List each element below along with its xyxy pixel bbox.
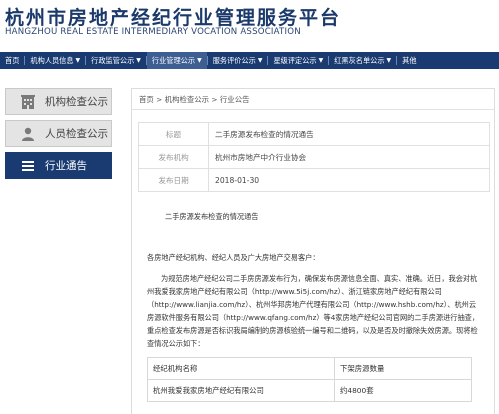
table-header-row: 经纪机构名称 下架房源数量: [147, 357, 472, 380]
column-header: 经纪机构名称: [147, 357, 335, 380]
nav-label: 其他: [402, 55, 417, 65]
nav-star-rating[interactable]: 星级评定公示 ▼: [268, 52, 328, 69]
nav-label: 机构人员信息: [30, 55, 74, 65]
meta-title-value: 二手房源发布检查的情况通告: [208, 122, 490, 146]
sidebar-item-industry-notice[interactable]: 行业通告: [5, 152, 112, 179]
content-panel: 首页 > 机构检查公示 > 行业公告 标题 二手房源发布检查的情况通告 发布机构…: [131, 88, 495, 414]
nav-institution-info[interactable]: 机构人员信息 ▼: [25, 52, 85, 69]
caret-down-icon: ▼: [75, 57, 81, 64]
nav-other[interactable]: 其他: [397, 52, 421, 69]
article-greeting: 各房地产经纪机构、经纪人员及广大房地产交易客户：: [147, 253, 320, 262]
list-icon: [17, 155, 39, 177]
nav-label: 星级评定公示: [273, 55, 317, 65]
sidebar: 机构检查公示 人员检查公示 行业通告: [5, 88, 112, 184]
nav-label: 行政监管公示: [91, 55, 135, 65]
nav-label: 行业管理公示: [151, 55, 196, 65]
sidebar-item-institution-check[interactable]: 机构检查公示: [5, 88, 112, 115]
sidebar-item-label: 人员检查公示: [45, 128, 108, 140]
meta-date-label: 发布日期: [138, 168, 209, 192]
meta-title-label: 标题: [138, 122, 209, 146]
article-body: 为规范房地产经纪公司二手房房源发布行为，确保发布房源信息全面、真实、准确。近日，…: [147, 274, 480, 348]
building-icon: [17, 91, 39, 113]
person-icon: [17, 123, 39, 145]
breadcrumb: 首页 > 机构检查公示 > 行业公告: [139, 95, 250, 104]
nav-admin-supervision[interactable]: 行政监管公示 ▼: [86, 52, 146, 69]
nav-service-evaluation[interactable]: 服务评价公示 ▼: [208, 52, 268, 69]
caret-down-icon: ▼: [197, 57, 202, 64]
column-header: 下架房源数量: [334, 357, 472, 380]
table-row: 发布日期 2018-01-30: [138, 168, 490, 192]
nav-label: 红黑灰名单公示: [334, 55, 385, 65]
divider: [132, 109, 494, 110]
caret-down-icon: ▼: [386, 57, 392, 64]
sidebar-item-label: 行业通告: [45, 160, 87, 172]
nav-label: 首页: [5, 55, 20, 65]
nav-label: 服务评价公示: [212, 55, 256, 65]
meta-org-label: 发布机构: [138, 145, 209, 169]
meta-date-value: 2018-01-30: [208, 168, 490, 192]
nav-red-black-list[interactable]: 红黑灰名单公示 ▼: [329, 52, 396, 69]
table-row: 标题 二手房源发布检查的情况通告: [138, 122, 490, 146]
caret-down-icon: ▼: [257, 57, 263, 64]
meta-org-value: 杭州市房地产中介行业协会: [208, 145, 490, 169]
site-subtitle: HANGZHOU REAL ESTATE INTERMEDIARY VOCATI…: [5, 27, 301, 37]
sidebar-item-label: 机构检查公示: [45, 96, 108, 108]
notice-meta-table: 标题 二手房源发布检查的情况通告 发布机构 杭州市房地产中介行业协会 发布日期 …: [138, 122, 490, 192]
table-cell: 杭州我爱我家房地产经纪有限公司: [147, 379, 335, 402]
site-header: 杭州市房地产经纪行业管理服务平台 HANGZHOU REAL ESTATE IN…: [0, 0, 499, 50]
nav-industry-management[interactable]: 行业管理公示 ▼: [146, 52, 207, 69]
sidebar-item-personnel-check[interactable]: 人员检查公示: [5, 120, 112, 147]
article-heading: 二手房源发布检查的情况通告: [165, 212, 259, 221]
nav-home[interactable]: 首页: [0, 52, 24, 69]
table-cell: 约4800套: [334, 379, 472, 402]
main-nav: 首页 机构人员信息 ▼ 行政监管公示 ▼ 行业管理公示 ▼ 服务评价公示 ▼ 星级评定公…: [0, 52, 499, 69]
results-table: 经纪机构名称 下架房源数量 杭州我爱我家房地产经纪有限公司 约4800套: [147, 357, 472, 402]
table-row: 杭州我爱我家房地产经纪有限公司 约4800套: [147, 379, 472, 402]
caret-down-icon: ▼: [136, 57, 141, 64]
caret-down-icon: ▼: [318, 57, 324, 64]
site-title: 杭州市房地产经纪行业管理服务平台: [5, 7, 342, 29]
table-row: 发布机构 杭州市房地产中介行业协会: [138, 145, 490, 169]
